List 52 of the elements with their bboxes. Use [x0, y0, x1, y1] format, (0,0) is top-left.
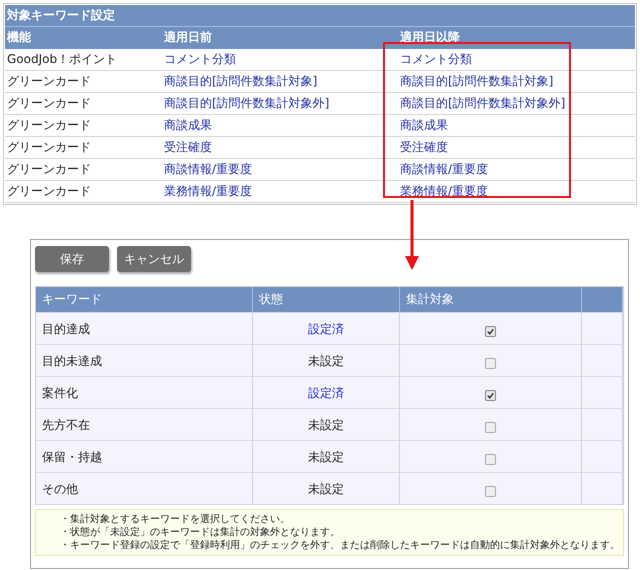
note-text: ・キーワード登録の設定で「登録時利用」のチェックを外す、または削除したキーワードは自動的に集計対象外となります。	[60, 539, 621, 552]
column-header: 集計対象	[400, 287, 582, 312]
status-text: 未設定	[308, 450, 344, 464]
column-header: 状態	[253, 287, 400, 312]
status-text: 未設定	[308, 482, 344, 496]
table-cell: 目的達成	[36, 312, 253, 344]
link[interactable]: 商談成果	[162, 115, 398, 136]
table-cell-text: グリーンカード	[6, 161, 92, 178]
table-title: 対象キーワード設定	[5, 5, 635, 27]
column-header: 適用日以降	[399, 29, 461, 46]
link[interactable]: コメント分類	[162, 49, 398, 70]
note-text: ・状態が「未設定」のキーワードは集計の対象外となります。	[60, 526, 341, 539]
column-header: 適用日前	[163, 29, 213, 46]
checkbox[interactable]	[485, 454, 496, 465]
action-button[interactable]: 保存	[35, 246, 109, 272]
link[interactable]: 商談目的[訪問件数集計対象]	[398, 71, 635, 92]
link[interactable]: 受注確度	[162, 137, 398, 158]
link[interactable]: 業務情報/重要度	[398, 181, 635, 202]
checkbox[interactable]	[485, 422, 496, 433]
link[interactable]: 商談目的[訪問件数集計対象外]	[162, 93, 398, 114]
link[interactable]: 受注確度	[398, 137, 635, 158]
table-cell-text: グリーンカード	[6, 73, 92, 90]
action-button[interactable]: キャンセル	[117, 246, 191, 272]
link[interactable]: 商談情報/重要度	[398, 159, 635, 180]
table-cell: その他	[36, 472, 253, 504]
link[interactable]: 商談成果	[398, 115, 635, 136]
table-cell: 保留・持越	[36, 440, 253, 472]
checkbox[interactable]	[485, 326, 496, 337]
table-cell: 案件化	[36, 376, 253, 408]
status-link[interactable]: 設定済	[308, 386, 344, 400]
table-cell: 目的未達成	[36, 344, 253, 376]
status-link[interactable]: 設定済	[308, 322, 344, 336]
checkbox[interactable]	[485, 486, 496, 497]
table-cell-text: GoodJob！ポイント	[6, 51, 118, 68]
link[interactable]: 商談情報/重要度	[162, 159, 398, 180]
table-cell-text: グリーンカード	[6, 183, 92, 200]
column-header: キーワード	[36, 287, 253, 312]
status-text: 未設定	[308, 418, 344, 432]
table-cell: 先方不在	[36, 408, 253, 440]
table-cell-text: グリーンカード	[6, 117, 92, 134]
checkbox[interactable]	[485, 358, 496, 369]
down-arrow	[405, 200, 419, 270]
column-header: 機能	[6, 29, 32, 46]
table-cell-text: グリーンカード	[6, 95, 92, 112]
link[interactable]: コメント分類	[398, 49, 635, 70]
table-cell-text: グリーンカード	[6, 139, 92, 156]
note-text: ・集計対象とするキーワードを選択してください。	[60, 513, 291, 526]
link[interactable]: 商談目的[訪問件数集計対象外]	[398, 93, 635, 114]
link[interactable]: 商談目的[訪問件数集計対象]	[162, 71, 398, 92]
status-text: 未設定	[308, 354, 344, 368]
checkbox[interactable]	[485, 390, 496, 401]
link[interactable]: 業務情報/重要度	[162, 181, 398, 202]
